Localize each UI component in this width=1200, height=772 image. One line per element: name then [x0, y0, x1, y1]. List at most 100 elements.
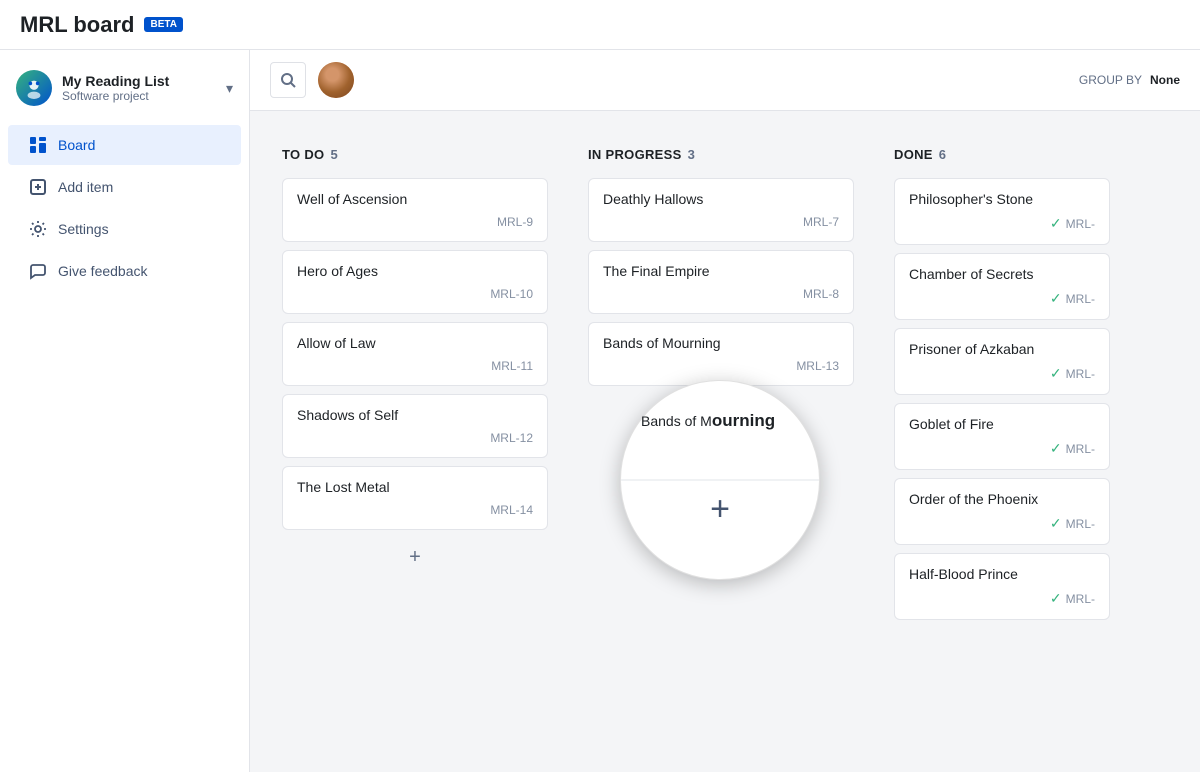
card-mrl10-title: Hero of Ages [297, 263, 533, 279]
column-done-header: DONE 6 [894, 143, 1110, 170]
card-mrl8-title: The Final Empire [603, 263, 839, 279]
card-done-5-id: MRL- [1066, 517, 1095, 531]
card-mrl7-id: MRL-7 [803, 215, 839, 229]
card-mrl9[interactable]: Well of Ascension MRL-9 [282, 178, 548, 242]
card-mrl13[interactable]: Bands of Mourning MRL-13 [588, 322, 854, 386]
card-done-3[interactable]: Prisoner of Azkaban ✓ MRL- [894, 328, 1110, 395]
toolbar: GROUP BY None [250, 50, 1200, 111]
card-done-3-id: MRL- [1066, 367, 1095, 381]
plus-cursor-icon[interactable]: + [710, 490, 730, 529]
column-done: DONE 6 Philosopher's Stone ✓ MRL- Chambe… [882, 131, 1122, 632]
card-mrl12[interactable]: Shadows of Self MRL-12 [282, 394, 548, 458]
search-button[interactable] [270, 62, 306, 98]
card-done-4-footer: ✓ MRL- [909, 440, 1095, 457]
card-mrl9-id: MRL-9 [497, 215, 533, 229]
sidebar-feedback-label: Give feedback [58, 263, 148, 279]
sidebar-project[interactable]: My Reading List Software project ▾ [0, 60, 249, 116]
layout: My Reading List Software project ▾ Board [0, 50, 1200, 772]
beta-badge: BETA [144, 17, 182, 32]
group-by-label: GROUP BY [1079, 73, 1142, 87]
sidebar-item-board[interactable]: Board [8, 125, 241, 165]
card-done-6-footer: ✓ MRL- [909, 590, 1095, 607]
group-by-value[interactable]: None [1150, 73, 1180, 87]
add-item-icon [28, 177, 48, 197]
card-mrl8-footer: MRL-8 [603, 287, 839, 301]
card-mrl14-title: The Lost Metal [297, 479, 533, 495]
card-mrl10-id: MRL-10 [490, 287, 533, 301]
avatar[interactable] [318, 62, 354, 98]
card-done-6-title: Half-Blood Prince [909, 566, 1095, 582]
sidebar-board-label: Board [58, 137, 95, 153]
card-mrl10[interactable]: Hero of Ages MRL-10 [282, 250, 548, 314]
check-icon-1: ✓ [1050, 215, 1062, 232]
feedback-icon [28, 261, 48, 281]
card-done-1[interactable]: Philosopher's Stone ✓ MRL- [894, 178, 1110, 245]
card-mrl13-title: Bands of Mourning [603, 335, 839, 351]
card-mrl7-footer: MRL-7 [603, 215, 839, 229]
board-icon [28, 135, 48, 155]
header: MRL board BETA [0, 0, 1200, 50]
bands-overlay-text: Bands of Mourning [641, 411, 799, 431]
project-name: My Reading List [62, 73, 226, 89]
card-mrl8[interactable]: The Final Empire MRL-8 [588, 250, 854, 314]
column-inprogress-title: IN PROGRESS [588, 147, 682, 162]
sidebar-item-settings[interactable]: Settings [8, 209, 241, 249]
column-inprogress-count: 3 [688, 147, 695, 162]
check-icon-5: ✓ [1050, 515, 1062, 532]
column-done-title: DONE [894, 147, 933, 162]
card-done-2[interactable]: Chamber of Secrets ✓ MRL- [894, 253, 1110, 320]
add-todo-card-button[interactable]: + [282, 538, 548, 577]
card-mrl14-footer: MRL-14 [297, 503, 533, 517]
project-sub: Software project [62, 89, 226, 103]
card-mrl7-title: Deathly Hallows [603, 191, 839, 207]
project-chevron-icon: ▾ [226, 80, 233, 97]
card-done-2-footer: ✓ MRL- [909, 290, 1095, 307]
card-mrl7[interactable]: Deathly Hallows MRL-7 [588, 178, 854, 242]
card-done-3-footer: ✓ MRL- [909, 365, 1095, 382]
card-done-5[interactable]: Order of the Phoenix ✓ MRL- [894, 478, 1110, 545]
avatar-image [318, 62, 354, 98]
sidebar-item-add[interactable]: Add item [8, 167, 241, 207]
card-done-1-title: Philosopher's Stone [909, 191, 1095, 207]
card-done-3-title: Prisoner of Azkaban [909, 341, 1095, 357]
project-info: My Reading List Software project [62, 73, 226, 103]
sidebar-item-feedback[interactable]: Give feedback [8, 251, 241, 291]
project-logo [16, 70, 52, 106]
card-mrl13-footer: MRL-13 [603, 359, 839, 373]
column-todo-title: TO DO [282, 147, 324, 162]
page-title: MRL board [20, 12, 134, 38]
card-done-4-id: MRL- [1066, 442, 1095, 456]
card-mrl12-footer: MRL-12 [297, 431, 533, 445]
card-mrl14[interactable]: The Lost Metal MRL-14 [282, 466, 548, 530]
sidebar-add-label: Add item [58, 179, 113, 195]
check-icon-4: ✓ [1050, 440, 1062, 457]
toolbar-right: GROUP BY None [1079, 73, 1180, 87]
card-mrl13-id: MRL-13 [796, 359, 839, 373]
add-todo-icon: + [409, 546, 421, 569]
cursor-divider [621, 480, 819, 481]
settings-icon [28, 219, 48, 239]
card-mrl9-footer: MRL-9 [297, 215, 533, 229]
card-mrl8-id: MRL-8 [803, 287, 839, 301]
check-icon-2: ✓ [1050, 290, 1062, 307]
card-mrl14-id: MRL-14 [490, 503, 533, 517]
column-todo-header: TO DO 5 [282, 143, 548, 170]
card-mrl11[interactable]: Allow of Law MRL-11 [282, 322, 548, 386]
check-icon-6: ✓ [1050, 590, 1062, 607]
cursor-overlay: Bands of Mourning + [620, 380, 820, 580]
card-done-5-title: Order of the Phoenix [909, 491, 1095, 507]
column-todo: TO DO 5 Well of Ascension MRL-9 Hero of … [270, 131, 560, 589]
card-done-2-title: Chamber of Secrets [909, 266, 1095, 282]
card-mrl10-footer: MRL-10 [297, 287, 533, 301]
card-done-6[interactable]: Half-Blood Prince ✓ MRL- [894, 553, 1110, 620]
card-done-1-id: MRL- [1066, 217, 1095, 231]
card-mrl11-id: MRL-11 [491, 359, 533, 373]
card-done-6-id: MRL- [1066, 592, 1095, 606]
card-done-1-footer: ✓ MRL- [909, 215, 1095, 232]
column-inprogress-header: IN PROGRESS 3 [588, 143, 854, 170]
card-done-5-footer: ✓ MRL- [909, 515, 1095, 532]
card-done-4[interactable]: Goblet of Fire ✓ MRL- [894, 403, 1110, 470]
column-done-count: 6 [939, 147, 946, 162]
column-todo-count: 5 [330, 147, 337, 162]
card-mrl12-title: Shadows of Self [297, 407, 533, 423]
